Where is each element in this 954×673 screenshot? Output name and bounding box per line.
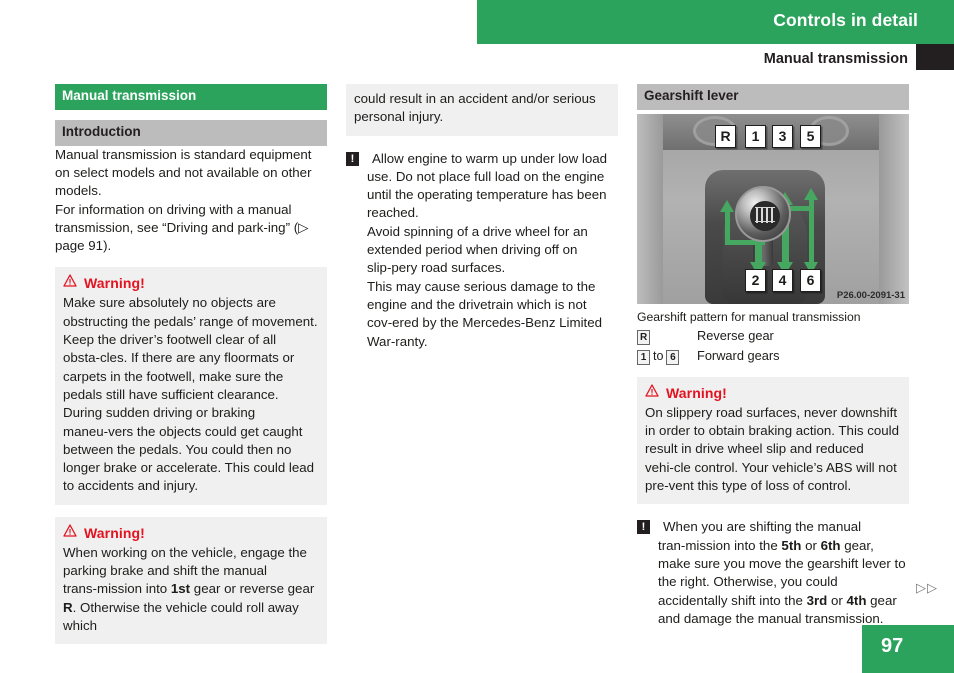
figure-reference-code: P26.00-2091-31 — [836, 289, 905, 301]
notice-text-3: This may cause serious damage to the eng… — [367, 278, 603, 349]
gear-label-R: R — [715, 124, 736, 148]
intro-paragraph-1: Manual transmission is standard equipmen… — [55, 146, 312, 199]
notice-shift-5th-6th: ! When you are shifting the manual tran‑… — [637, 518, 909, 628]
figure-left-panel — [637, 113, 663, 304]
warning-box-parking: Warning! When working on the vehicle, en… — [55, 516, 327, 645]
column-right: Gearshift lever R 1 3 5 2 4 6 P26.00-209… — [637, 84, 909, 628]
exclamation-box-icon: ! — [637, 520, 650, 535]
gearshift-pattern-figure: R 1 3 5 2 4 6 P26.00-2091-31 — [637, 113, 909, 304]
notice-text-shift: When you are shifting the manual tran‑mi… — [658, 519, 906, 626]
arrow-head-gear5 — [804, 187, 818, 200]
warning-header: Warning! — [645, 384, 901, 402]
topic-heading-bar: Manual transmission — [55, 84, 327, 110]
page-number-box — [862, 625, 954, 673]
chapter-title: Controls in detail — [773, 10, 918, 30]
page-number: 97 — [881, 635, 904, 657]
intro-paragraph-2: For information on driving with a manual… — [55, 201, 309, 254]
column-left: Manual transmission Introduction Manual … — [55, 84, 327, 645]
warning-label: Warning! — [84, 524, 145, 541]
continuation-marker: ▷▷ — [916, 580, 938, 595]
figure-right-panel — [879, 113, 909, 304]
notice-text-1: Allow engine to warm up under low load u… — [367, 150, 608, 221]
arrow-shaft-reverse — [725, 209, 730, 244]
exclamation-box-icon: ! — [346, 151, 359, 166]
legend-text-reverse: Reverse gear — [697, 327, 774, 343]
figure-knob-pattern — [750, 200, 780, 231]
arrow-shaft-gear6 — [809, 213, 814, 264]
notice-text-2: Avoid spinning of a drive wheel for an e… — [367, 223, 588, 276]
arrow-elbow-gear5 — [789, 205, 813, 211]
legend-keys-reverse: R — [637, 328, 697, 345]
warning-label: Warning! — [666, 384, 727, 401]
legend-key-R: R — [637, 329, 651, 345]
legend-key-6: 6 — [666, 349, 680, 365]
legend-separator: to — [653, 348, 664, 363]
legend-text-forward: Forward gears — [697, 347, 780, 363]
warning-text-2: During sudden driving or braking maneu‑v… — [63, 405, 315, 494]
warning-text-downshift: On slippery road surfaces, never downshi… — [645, 404, 900, 494]
notice-engine-warmup: ! Allow engine to warm up under low load… — [346, 150, 618, 351]
gear-label-6: 6 — [800, 268, 821, 292]
section-title: Manual transmission — [763, 51, 908, 67]
warning-box-downshift: Warning! On slippery road surfaces, neve… — [637, 376, 909, 505]
gear-label-1: 1 — [745, 124, 766, 148]
warning-triangle-icon — [645, 384, 659, 402]
warning-text-1: Make sure absolutely no objects are obst… — [63, 295, 318, 402]
warning-triangle-icon — [63, 524, 77, 542]
subsection-heading-bar: Introduction — [55, 119, 327, 146]
manual-page: Controls in detail Manual transmission M… — [0, 0, 954, 673]
warning-text-continued: could result in an accident and/or serio… — [354, 91, 596, 125]
warning-header: Warning! — [63, 274, 319, 292]
arrow-shaft-gear4 — [782, 231, 789, 264]
warning-box-continued: could result in an accident and/or serio… — [346, 84, 618, 136]
gear-label-4: 4 — [772, 268, 793, 292]
gear-label-3: 3 — [772, 124, 793, 148]
warning-triangle-icon — [63, 274, 77, 292]
gear-label-2: 2 — [745, 268, 766, 292]
gearshift-lever-heading-bar: Gearshift lever — [637, 84, 909, 110]
thumb-index-tab — [916, 44, 954, 70]
arrow-head-reverse — [720, 199, 734, 212]
figure-caption: Gearshift pattern for manual transmissio… — [637, 309, 861, 324]
column-middle: could result in an accident and/or serio… — [346, 84, 618, 351]
legend-keys-forward: 1 to 6 — [637, 348, 697, 365]
warning-text-parking: When working on the vehicle, engage the … — [63, 544, 315, 633]
legend-row-reverse: R Reverse gear — [637, 328, 909, 345]
legend-row-forward: 1 to 6 Forward gears — [637, 348, 909, 365]
figure-gearshift-knob — [735, 185, 791, 242]
warning-header: Warning! — [63, 524, 319, 542]
warning-box-pedals: Warning! Make sure absolutely no objects… — [55, 267, 327, 505]
gear-label-5: 5 — [800, 124, 821, 148]
warning-label: Warning! — [84, 275, 145, 292]
legend-key-1: 1 — [637, 349, 650, 365]
